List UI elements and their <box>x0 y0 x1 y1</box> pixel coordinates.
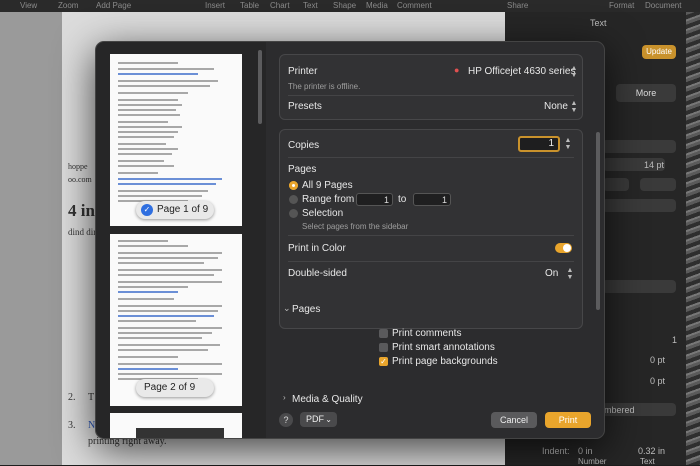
print-comments-checkbox[interactable] <box>379 329 388 338</box>
sidebar-tab-text[interactable]: Text <box>590 18 607 28</box>
copies-divider <box>288 157 574 158</box>
sidebar-spacing-before[interactable]: 0 pt <box>650 355 665 365</box>
sidebar-select[interactable] <box>602 199 676 212</box>
sidebar-more-button[interactable]: More <box>616 84 676 102</box>
pdf-menu-label: PDF <box>306 414 324 424</box>
pdf-chevron-down-icon: ⌄ <box>325 415 332 424</box>
menu-insert[interactable]: Insert <box>205 1 225 10</box>
printer-label: Printer <box>288 66 318 77</box>
menu-shape[interactable]: Shape <box>333 1 356 10</box>
range-from-input[interactable]: 1 <box>356 193 393 206</box>
print-dialog: ✓ Page 1 of 9 Page 2 of 9 Printer ● HP O… <box>95 41 605 439</box>
page-3-image <box>136 428 224 438</box>
printer-status: The printer is offline. <box>288 82 361 91</box>
range-to-label: to <box>398 194 407 205</box>
printer-divider <box>288 95 574 96</box>
print-in-color-label: Print in Color <box>288 243 346 254</box>
doc-fragment-dir: dind dir <box>68 227 97 237</box>
sidebar-indent-text[interactable]: 0.32 in <box>638 446 665 456</box>
page-thumbnail-3[interactable] <box>110 413 242 438</box>
page-2-badge[interactable]: Page 2 of 9 <box>136 379 214 397</box>
sidebar-list-style[interactable]: mbered <box>604 405 635 415</box>
cancel-button[interactable]: Cancel <box>491 412 537 428</box>
pages-section-title[interactable]: Pages <box>292 304 320 315</box>
printer-card: Printer ● HP Officejet 4630 series ▲ ▼ Th… <box>279 54 583 120</box>
print-settings-pane: Printer ● HP Officejet 4630 series ▲ ▼ Th… <box>279 42 604 438</box>
color-divider <box>288 261 574 262</box>
menu-document[interactable]: Document <box>645 1 681 10</box>
doc-list-number-2: 2. <box>68 392 76 403</box>
doc-fragment-oo: oo.com <box>68 175 92 184</box>
presets-select[interactable]: None <box>544 101 568 112</box>
sidebar-style-button[interactable] <box>603 178 629 191</box>
copies-stepper-icon[interactable]: ▲ ▼ <box>564 137 572 151</box>
print-in-color-toggle[interactable] <box>555 243 572 253</box>
copies-pages-card: Copies 1 ▲ ▼ Pages All 9 Pages Range from… <box>279 129 583 329</box>
sidebar-indent-number[interactable]: 0 in <box>578 446 593 456</box>
menu-view[interactable]: View <box>20 1 37 10</box>
print-dialog-footer: ? PDF ⌄ Cancel Print <box>279 402 604 438</box>
print-preview-pane[interactable]: ✓ Page 1 of 9 Page 2 of 9 <box>96 42 266 438</box>
menu-zoom[interactable]: Zoom <box>58 1 78 10</box>
sidebar-font-select[interactable] <box>602 140 676 153</box>
sidebar-spin-value[interactable]: 1 <box>672 335 677 345</box>
menu-chart[interactable]: Chart <box>270 1 290 10</box>
pages-divider <box>288 235 574 236</box>
app-menubar: View Zoom Add Page Insert Table Chart Te… <box>0 0 700 12</box>
range-radio[interactable] <box>289 195 298 204</box>
sidebar-align-control[interactable] <box>602 280 676 293</box>
print-smart-annotations-checkbox[interactable] <box>379 343 388 352</box>
presets-chevron-icon[interactable]: ▲ ▼ <box>570 100 578 114</box>
print-button[interactable]: Print <box>545 412 591 428</box>
doc-fragment-hoppe: hoppe <box>68 162 88 171</box>
sidebar-options-button[interactable] <box>640 178 676 191</box>
page-2-badge-label: Page 2 of 9 <box>144 382 196 393</box>
range-to-input[interactable]: 1 <box>413 193 451 206</box>
sidebar-indent-label: Indent: <box>542 446 570 456</box>
menu-text[interactable]: Text <box>303 1 318 10</box>
all-pages-radio[interactable] <box>289 181 298 190</box>
update-button[interactable]: Update <box>642 45 676 59</box>
range-label[interactable]: Range from <box>302 194 354 205</box>
menu-table[interactable]: Table <box>240 1 259 10</box>
presets-label: Presets <box>288 101 322 112</box>
double-sided-chevron-icon[interactable]: ▲ ▼ <box>566 267 574 281</box>
pdf-menu-button[interactable]: PDF ⌄ <box>300 412 337 427</box>
doc-fragment-heading: 4 in <box>68 201 95 220</box>
preview-scrollbar[interactable] <box>258 50 262 124</box>
selection-hint: Select pages from the sidebar <box>302 222 409 231</box>
double-sided-label: Double-sided <box>288 268 347 279</box>
printer-offline-icon: ● <box>454 65 460 75</box>
doc-fragment-t: T <box>88 392 95 403</box>
print-page-backgrounds-label[interactable]: Print page backgrounds <box>392 356 498 367</box>
pages-label: Pages <box>288 164 317 175</box>
copies-input[interactable]: 1 <box>518 136 560 152</box>
printer-select[interactable]: HP Officejet 4630 series <box>468 66 575 77</box>
print-page-backgrounds-checkbox[interactable]: ✓ <box>379 357 388 366</box>
sidebar-spacing-after[interactable]: 0 pt <box>650 376 665 386</box>
menu-media[interactable]: Media <box>366 1 388 10</box>
print-comments-label[interactable]: Print comments <box>392 328 461 339</box>
all-pages-label[interactable]: All 9 Pages <box>302 180 353 191</box>
selection-radio[interactable] <box>289 209 298 218</box>
print-smart-annotations-label[interactable]: Print smart annotations <box>392 342 495 353</box>
printer-select-chevron-icon[interactable]: ▲ ▼ <box>570 65 578 79</box>
media-quality-chevron-icon[interactable]: › <box>283 393 286 402</box>
copies-label: Copies <box>288 140 320 151</box>
pages-section-chevron-icon[interactable]: ⌄ <box>283 303 291 314</box>
help-button[interactable]: ? <box>279 413 293 427</box>
menu-share[interactable]: Share <box>507 1 528 10</box>
settings-scrollbar[interactable] <box>596 132 600 310</box>
sidebar-font-size[interactable]: 14 pt <box>644 160 664 170</box>
menu-comment[interactable]: Comment <box>397 1 432 10</box>
page-1-selected-icon: ✓ <box>141 204 153 216</box>
page-1-badge-label: Page 1 of 9 <box>157 204 209 215</box>
page-1-badge[interactable]: ✓ Page 1 of 9 <box>136 201 214 219</box>
menu-add-page[interactable]: Add Page <box>96 1 131 10</box>
selection-label[interactable]: Selection <box>302 208 343 219</box>
background-photo-edge <box>686 12 700 465</box>
menu-format[interactable]: Format <box>609 1 634 10</box>
doc-list-number-3: 3. <box>68 420 76 431</box>
double-sided-select[interactable]: On <box>545 268 558 279</box>
